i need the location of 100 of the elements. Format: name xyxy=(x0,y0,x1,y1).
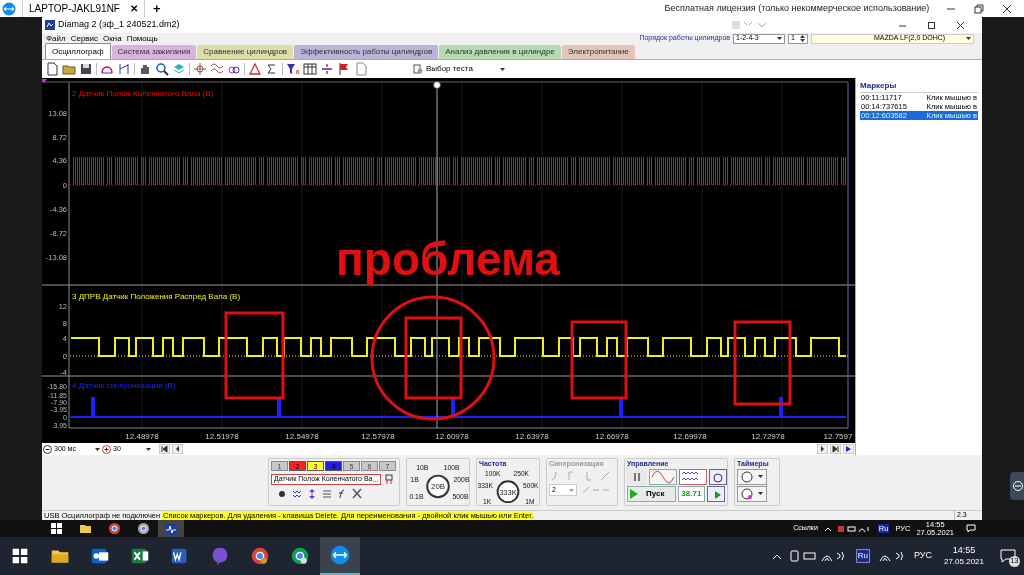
menu-item[interactable]: Файл xyxy=(46,34,66,43)
probe-icon[interactable] xyxy=(384,474,394,485)
table-icon[interactable] xyxy=(303,62,317,76)
filter-icon[interactable] xyxy=(286,62,300,76)
tab[interactable]: Осциллограф xyxy=(45,43,111,59)
time-axis-label: 12.48978 xyxy=(125,432,159,441)
start-button[interactable]: Пуск xyxy=(627,486,676,502)
clock-time: 14:55 xyxy=(952,545,976,556)
browser-icon[interactable] xyxy=(108,522,121,535)
pause-icon[interactable] xyxy=(627,469,647,485)
tools-icon[interactable] xyxy=(352,488,362,499)
time-axis-label: 12.72978 xyxy=(751,432,785,441)
menu-item[interactable]: Помощь xyxy=(126,34,158,43)
flag-icon[interactable] xyxy=(337,62,351,76)
channel-title: 3 ДПРВ Датчик Положения Распред Вала (В) xyxy=(72,292,241,301)
time-axis-label: 12.66978 xyxy=(595,432,629,441)
remote-app-icon xyxy=(329,544,351,566)
oscilloscope-icon xyxy=(165,522,177,535)
auto-settings-icon[interactable] xyxy=(709,469,727,485)
caret-icon xyxy=(146,447,151,451)
new-tab-button[interactable]: + xyxy=(152,2,161,15)
close-tab-button[interactable]: ✕ xyxy=(129,3,138,14)
channel-title: 4 Датчик синхронизации (В) xyxy=(72,381,176,390)
language-indicator[interactable]: РУС xyxy=(913,549,932,563)
language-badge[interactable]: Ru xyxy=(855,549,870,563)
menu-item[interactable]: Сервис xyxy=(70,34,99,43)
divide-icon[interactable] xyxy=(320,62,334,76)
function-icon[interactable] xyxy=(337,488,347,499)
tab[interactable]: Система зажигания xyxy=(111,45,197,59)
noise-icon[interactable] xyxy=(292,488,302,499)
start-icon[interactable] xyxy=(50,522,63,535)
browser-icon xyxy=(249,545,271,567)
zoom-in-icon[interactable] xyxy=(102,444,111,454)
caret-icon xyxy=(777,37,782,40)
auto-run-icon[interactable] xyxy=(707,486,725,502)
open-folder-icon[interactable] xyxy=(62,62,76,76)
play-icon xyxy=(630,489,638,499)
menu-item[interactable]: Окна xyxy=(103,34,122,43)
crosshair-icon[interactable] xyxy=(193,62,207,76)
first-icon[interactable] xyxy=(159,444,170,454)
grid-wave-icon[interactable] xyxy=(210,62,224,76)
clock-date: 27.05.2021 xyxy=(943,556,984,567)
next-icon[interactable] xyxy=(817,444,828,454)
chevron-up-icon[interactable] xyxy=(771,552,782,560)
document-gear-icon xyxy=(413,64,423,74)
caret-icon xyxy=(500,67,505,71)
new-file-icon[interactable] xyxy=(45,62,59,76)
record-icon[interactable] xyxy=(277,488,287,499)
tab[interactable]: Электропитание xyxy=(561,45,635,59)
test-select[interactable]: Выбор теста xyxy=(411,62,507,76)
remote-session-tab[interactable]: LAPTOP-JAKL91NF ✕ xyxy=(22,0,145,17)
chevron-up-icon[interactable] xyxy=(823,525,832,532)
tray-icons[interactable] xyxy=(877,550,906,562)
signal-compare-icon[interactable] xyxy=(679,469,707,485)
dial-value: 20В xyxy=(431,482,445,492)
tab[interactable]: Анализ давления в цилиндре xyxy=(439,45,561,59)
vertical-arrows-icon[interactable] xyxy=(307,488,317,499)
markers-title: Маркеры xyxy=(860,80,978,93)
timer-icon[interactable] xyxy=(737,486,767,502)
timer-icon[interactable] xyxy=(737,469,767,485)
browser-icon xyxy=(289,545,311,567)
play-icon[interactable] xyxy=(843,444,854,454)
time-axis-label: 12.51978 xyxy=(205,432,239,441)
taskbar-clock[interactable]: 14:55 27.05.2021 xyxy=(939,545,988,567)
sine-wave-icon[interactable] xyxy=(649,469,677,485)
scale-icon[interactable] xyxy=(117,62,131,76)
time-axis-label: 12.60978 xyxy=(435,432,469,441)
caret-icon xyxy=(966,37,971,40)
frequency-reading: 38.71 xyxy=(677,486,705,502)
close-icon[interactable] xyxy=(1002,3,1012,14)
taskbar-app-button[interactable] xyxy=(158,520,184,537)
last-icon[interactable] xyxy=(830,444,841,454)
folder-icon[interactable] xyxy=(79,522,92,535)
time-axis-label: 12.69978 xyxy=(673,432,707,441)
app-icon xyxy=(45,20,55,30)
maximize-icon[interactable] xyxy=(974,3,984,14)
caret-icon xyxy=(95,447,100,451)
time-axis-label: 12.54978 xyxy=(285,432,319,441)
maximize-icon[interactable] xyxy=(927,20,936,30)
zoom-icon[interactable] xyxy=(155,62,169,76)
time-axis-label: 12.63978 xyxy=(515,432,549,441)
browser-icon[interactable] xyxy=(137,522,150,535)
tab[interactable]: Сравнение цилиндров xyxy=(197,45,294,59)
channel-title: 2 Датчик Полож Коленчатого Вала (В) xyxy=(72,89,214,98)
remote-app-icon[interactable] xyxy=(2,1,16,16)
save-icon[interactable] xyxy=(79,62,93,76)
spinner-arrows-icon xyxy=(800,35,805,42)
tray-icons[interactable] xyxy=(837,524,872,533)
side-panel-handle-icon[interactable] xyxy=(1010,472,1024,500)
triangle-icon[interactable] xyxy=(248,62,262,76)
time-axis-label: 12.7597 xyxy=(823,432,853,441)
notification-icon[interactable] xyxy=(966,524,976,533)
window-title: Diamag 2 (эф_1 240521.dm2) xyxy=(58,18,180,32)
close-icon[interactable] xyxy=(956,20,965,30)
annotation-text: проблема xyxy=(336,233,560,285)
tab[interactable]: Эффективность работы цилиндров xyxy=(294,45,439,59)
previous-icon[interactable] xyxy=(172,444,183,454)
zoom-out-icon[interactable] xyxy=(43,444,52,454)
dial-value: 333K xyxy=(499,487,517,497)
taskbar-button[interactable] xyxy=(320,537,360,575)
